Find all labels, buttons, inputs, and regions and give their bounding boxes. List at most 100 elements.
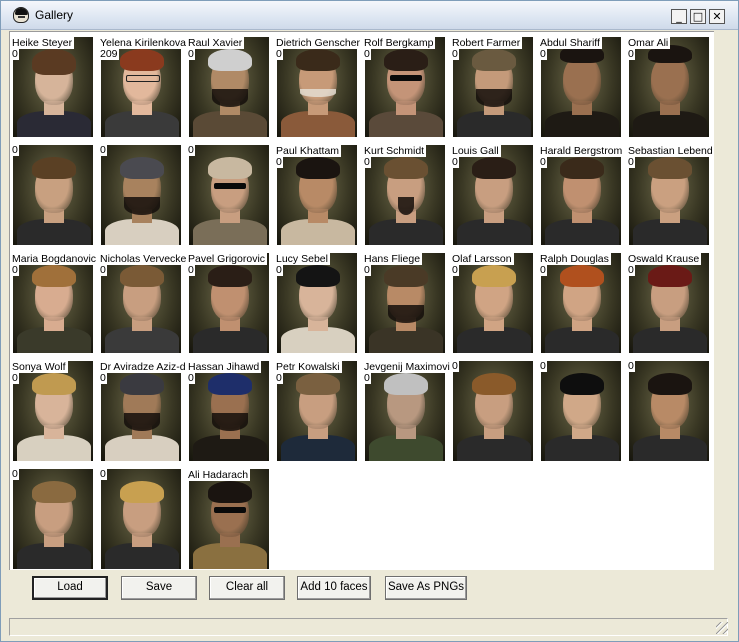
face-tile[interactable]: Heike Steyer 0: [12, 37, 93, 137]
save-button[interactable]: Save: [121, 576, 197, 600]
face-name-label: Ralph Douglas: [540, 253, 611, 265]
resize-grip[interactable]: [716, 622, 728, 634]
face-portrait: [189, 253, 269, 353]
face-name-label: Raul Xavier: [188, 37, 245, 49]
face-portrait: [13, 145, 93, 245]
face-portrait: [189, 37, 269, 137]
title-bar[interactable]: Gallery _ □ ✕: [1, 1, 738, 30]
face-tile[interactable]: Harald Bergstrom 0: [540, 145, 625, 245]
face-value-label: 0: [540, 360, 547, 372]
window-title: Gallery: [35, 8, 74, 22]
face-name-label: Paul Khattam: [276, 145, 342, 157]
face-name-label: Heike Steyer: [12, 37, 75, 49]
face-tile[interactable]: 0: [100, 145, 181, 245]
face-tile[interactable]: 0: [452, 361, 533, 461]
face-tile[interactable]: Rolf Bergkamp 0: [364, 37, 445, 137]
face-tile[interactable]: Louis Gall 0: [452, 145, 533, 245]
face-portrait: [189, 145, 269, 245]
face-value-label: 0: [276, 156, 283, 168]
face-portrait: [101, 361, 181, 461]
face-tile[interactable]: Omar Ali 0: [628, 37, 709, 137]
face-value-label: 0: [100, 468, 107, 480]
face-name-label: Sonya Wolf: [12, 361, 68, 373]
face-portrait: [277, 253, 357, 353]
face-tile[interactable]: 0: [12, 145, 93, 245]
face-tile[interactable]: 0: [100, 468, 181, 569]
minimize-button[interactable]: _: [671, 9, 687, 24]
face-value-label: 0: [364, 48, 371, 60]
face-tile[interactable]: Petr Kowalski 0: [276, 361, 357, 461]
face-tile[interactable]: Pavel Grigorovic 0: [188, 253, 269, 353]
face-tile[interactable]: Dr Aviradze Aziz-di 0: [100, 361, 186, 461]
save-as-pngs-button[interactable]: Save As PNGs: [385, 576, 467, 600]
face-tile[interactable]: 0: [628, 361, 709, 461]
face-name-label: Lucy Sebel: [276, 253, 330, 265]
face-tile[interactable]: Paul Khattam 0: [276, 145, 357, 245]
face-tile[interactable]: Maria Bogdanovic 0: [12, 253, 98, 353]
face-value-label: 0: [12, 372, 19, 384]
face-value-label: 0: [276, 264, 283, 276]
face-tile[interactable]: Sebastian Lebend 0: [628, 145, 714, 245]
face-tile[interactable]: 0: [12, 468, 93, 569]
face-tile[interactable]: Dietrich Genscher 0: [276, 37, 362, 137]
face-portrait: [541, 37, 621, 137]
face-value-label: 0: [188, 372, 195, 384]
face-value-label: 0: [12, 468, 19, 480]
face-name-label: Sebastian Lebend: [628, 145, 714, 157]
face-tile[interactable]: Robert Farmer 0: [452, 37, 533, 137]
face-portrait: [365, 253, 445, 353]
face-portrait: [189, 361, 269, 461]
face-portrait: [101, 469, 181, 569]
face-value-label: 0: [628, 264, 635, 276]
face-tile[interactable]: Ali Hadarach: [188, 469, 269, 569]
face-tile[interactable]: 0: [188, 145, 269, 245]
maximize-button[interactable]: □: [690, 9, 706, 24]
face-tile[interactable]: Ralph Douglas 0: [540, 253, 621, 353]
face-name-label: Dr Aviradze Aziz-di: [100, 361, 186, 373]
face-portrait: [13, 253, 93, 353]
face-name-label: Oswald Krause: [628, 253, 702, 265]
face-tile[interactable]: Raul Xavier 0: [188, 37, 269, 137]
face-value-label: 0: [452, 48, 459, 60]
face-portrait: [277, 145, 357, 245]
face-value-label: 0: [12, 264, 19, 276]
face-value-label: 0: [12, 48, 19, 60]
face-value-label: 0: [364, 156, 371, 168]
add-10-faces-button[interactable]: Add 10 faces: [297, 576, 371, 600]
face-value-label: 0: [540, 264, 547, 276]
face-tile[interactable]: 0: [540, 360, 621, 461]
face-tile[interactable]: Lucy Sebel 0: [276, 253, 357, 353]
face-value-label: 209: [100, 48, 119, 60]
face-portrait: [277, 361, 357, 461]
face-tile[interactable]: Sonya Wolf 0: [12, 361, 93, 461]
face-tile[interactable]: Kurt Schmidt 0: [364, 145, 445, 245]
face-tile[interactable]: Nicholas Vervecke 0: [100, 253, 186, 353]
face-name-label: Jevgenij Maximovi: [364, 361, 450, 373]
load-button[interactable]: Load: [32, 576, 108, 600]
face-portrait: [453, 145, 533, 245]
face-portrait: [629, 253, 709, 353]
face-name-label: Nicholas Vervecke: [100, 253, 186, 265]
face-name-label: Maria Bogdanovic: [12, 253, 98, 265]
face-tile[interactable]: Hans Fliege 0: [364, 253, 445, 353]
face-portrait: [13, 37, 93, 137]
face-tile[interactable]: Oswald Krause 0: [628, 253, 709, 353]
face-portrait: [629, 145, 709, 245]
face-value-label: 0: [452, 264, 459, 276]
clear-all-button[interactable]: Clear all: [209, 576, 285, 600]
face-value-label: 0: [364, 264, 371, 276]
face-name-label: Petr Kowalski: [276, 361, 342, 373]
face-portrait: [365, 361, 445, 461]
face-value-label: 0: [188, 48, 195, 60]
face-tile[interactable]: Yelena Kirilenkova 209: [100, 37, 186, 137]
status-bar: [9, 618, 728, 636]
face-tile[interactable]: Abdul Shariff 0: [540, 37, 621, 137]
face-tile[interactable]: Hassan Jihawd 0: [188, 361, 269, 461]
face-portrait: [453, 253, 533, 353]
face-tile[interactable]: Jevgenij Maximovi 0: [364, 361, 450, 461]
face-tile[interactable]: Olaf Larsson 0: [452, 253, 533, 353]
close-button[interactable]: ✕: [709, 9, 725, 24]
face-name-label: Omar Ali: [628, 37, 671, 49]
face-value-label: 0: [540, 48, 547, 60]
face-portrait: [453, 37, 533, 137]
